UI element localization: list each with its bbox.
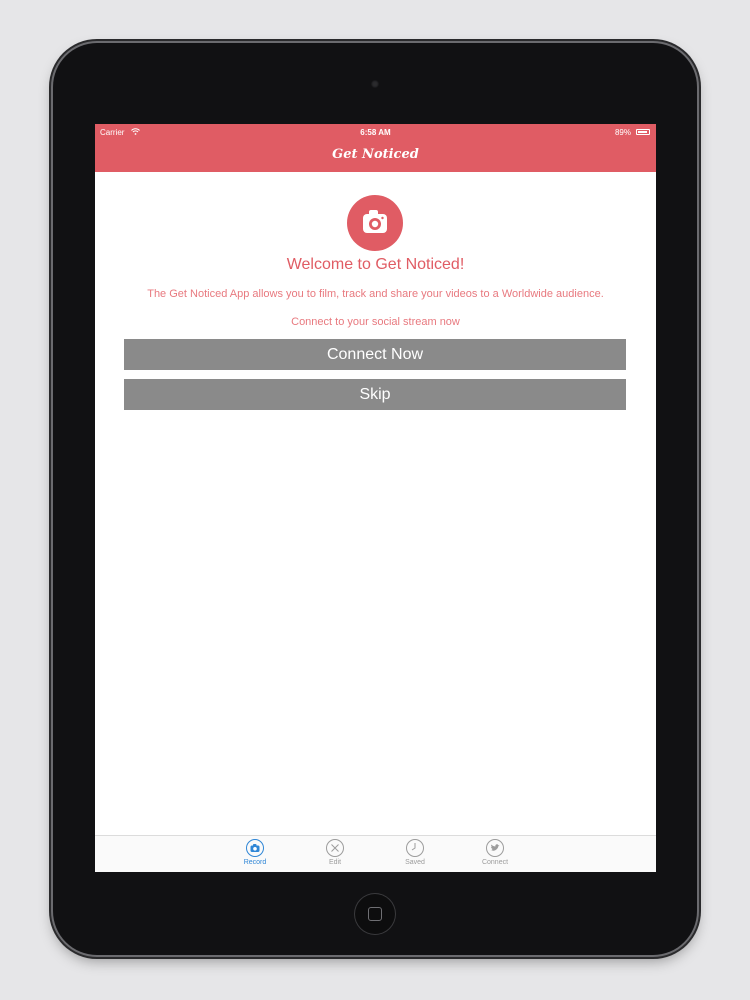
app-screen: Carrier 6:58 AM 89% Get Noticed Welcome … <box>95 124 656 872</box>
tab-saved[interactable]: Saved <box>390 838 440 871</box>
battery-icon <box>636 129 650 135</box>
close-icon <box>326 839 344 857</box>
tab-record[interactable]: Record <box>230 838 280 871</box>
status-bar: Carrier 6:58 AM 89% <box>95 124 656 141</box>
connect-now-button[interactable]: Connect Now <box>124 339 626 370</box>
tab-saved-label: Saved <box>405 859 425 866</box>
camera-icon <box>246 839 264 857</box>
navigation-bar: Get Noticed <box>95 141 656 172</box>
tab-connect-label: Connect <box>481 859 509 866</box>
app-title: Get Noticed <box>332 147 419 162</box>
battery-percent: 89% <box>614 128 631 137</box>
app-description: The Get Noticed App allows you to film, … <box>147 288 604 300</box>
tab-record-label: Record <box>243 859 267 866</box>
clock-icon <box>406 839 424 857</box>
tab-connect[interactable]: Connect <box>470 838 520 871</box>
tab-edit[interactable]: Edit <box>310 838 360 871</box>
home-button-square-icon <box>368 907 382 921</box>
battery-level-fill <box>638 131 647 133</box>
tab-bar: Record Edit Saved Connect <box>95 835 656 872</box>
tab-edit-label: Edit <box>328 859 342 866</box>
home-button[interactable] <box>355 894 395 934</box>
status-time: 6:58 AM <box>360 128 391 137</box>
skip-button[interactable]: Skip <box>124 379 626 410</box>
camera-icon <box>347 195 403 251</box>
twitter-icon <box>486 839 504 857</box>
welcome-heading: Welcome to Get Noticed! <box>286 256 465 273</box>
connect-prompt: Connect to your social stream now <box>291 316 460 328</box>
front-camera <box>371 80 379 88</box>
